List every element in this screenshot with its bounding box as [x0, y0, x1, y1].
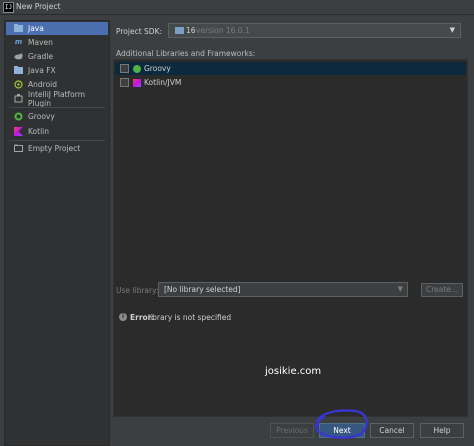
project-type-gradle[interactable]: Gradle: [6, 50, 108, 63]
plugin-icon: [14, 94, 23, 103]
previous-button[interactable]: Previous: [270, 423, 314, 438]
use-library-value: [No library selected]: [164, 285, 241, 294]
maven-icon: m: [14, 38, 23, 46]
javafx-folder-icon: [14, 66, 23, 75]
project-type-label: Maven: [28, 38, 53, 47]
project-type-label: Kotlin: [28, 127, 49, 136]
project-type-javafx[interactable]: Java FX: [6, 64, 108, 77]
info-icon: i: [119, 313, 127, 321]
cancel-button[interactable]: Cancel: [370, 423, 414, 438]
sidebar-divider: [9, 140, 105, 141]
window-title: New Project: [16, 2, 61, 11]
groovy-checkbox[interactable]: [120, 64, 129, 73]
project-type-label: Empty Project: [28, 144, 81, 153]
project-sdk-dropdown[interactable]: 16 version 16.0.1 ▼: [168, 23, 461, 38]
empty-project-icon: [14, 144, 23, 153]
error-message: library is not specified: [148, 313, 232, 322]
android-icon: [14, 80, 23, 89]
next-button[interactable]: Next: [319, 423, 365, 438]
library-row-kotlin[interactable]: Kotlin/JVM: [115, 76, 466, 89]
intellij-logo-icon: IJ: [3, 2, 14, 13]
project-sdk-label: Project SDK:: [116, 27, 163, 36]
sidebar-divider: [9, 107, 105, 108]
groovy-icon: [14, 112, 23, 121]
use-library-dropdown[interactable]: [No library selected] ▼: [158, 282, 408, 297]
use-library-label: Use library:: [116, 286, 159, 295]
project-type-label: Android: [28, 80, 57, 89]
library-label: Groovy: [144, 64, 171, 73]
project-type-label: Java FX: [28, 66, 56, 75]
project-type-empty[interactable]: Empty Project: [6, 142, 108, 155]
project-type-java[interactable]: Java: [6, 22, 108, 35]
gradle-icon: [14, 52, 23, 61]
project-type-plugin[interactable]: IntelliJ Platform Plugin: [6, 89, 108, 108]
groovy-icon: [133, 64, 141, 73]
project-type-label: Gradle: [28, 52, 53, 61]
title-bar: IJ New Project: [0, 0, 474, 15]
kotlin-checkbox[interactable]: [120, 78, 129, 87]
project-type-kotlin[interactable]: Kotlin: [6, 125, 108, 138]
kotlin-icon: [14, 127, 23, 136]
watermark: josikie.com: [265, 366, 322, 377]
library-row-groovy[interactable]: Groovy: [115, 62, 466, 75]
project-type-label: Java: [28, 24, 44, 33]
project-type-label: IntelliJ Platform Plugin: [28, 89, 85, 108]
create-library-button[interactable]: Create...: [421, 283, 463, 297]
project-type-list: Java m Maven Gradle Java FX Android Inte…: [4, 20, 110, 446]
sdk-number: 16: [186, 26, 196, 35]
sdk-version: version 16.0.1: [196, 26, 250, 35]
sdk-folder-icon: [175, 27, 184, 34]
chevron-down-icon: ▼: [449, 26, 455, 34]
project-type-groovy[interactable]: Groovy: [6, 110, 108, 123]
chevron-down-icon: ▼: [397, 285, 403, 293]
project-type-label: Groovy: [28, 112, 55, 121]
kotlin-icon: [133, 78, 141, 87]
help-button[interactable]: Help: [420, 423, 464, 438]
library-label: Kotlin/JVM: [144, 78, 182, 87]
project-type-maven[interactable]: m Maven: [6, 36, 108, 49]
libraries-panel: Groovy Kotlin/JVM: [113, 59, 468, 417]
java-folder-icon: [14, 24, 23, 33]
libraries-label: Additional Libraries and Frameworks:: [116, 49, 256, 58]
